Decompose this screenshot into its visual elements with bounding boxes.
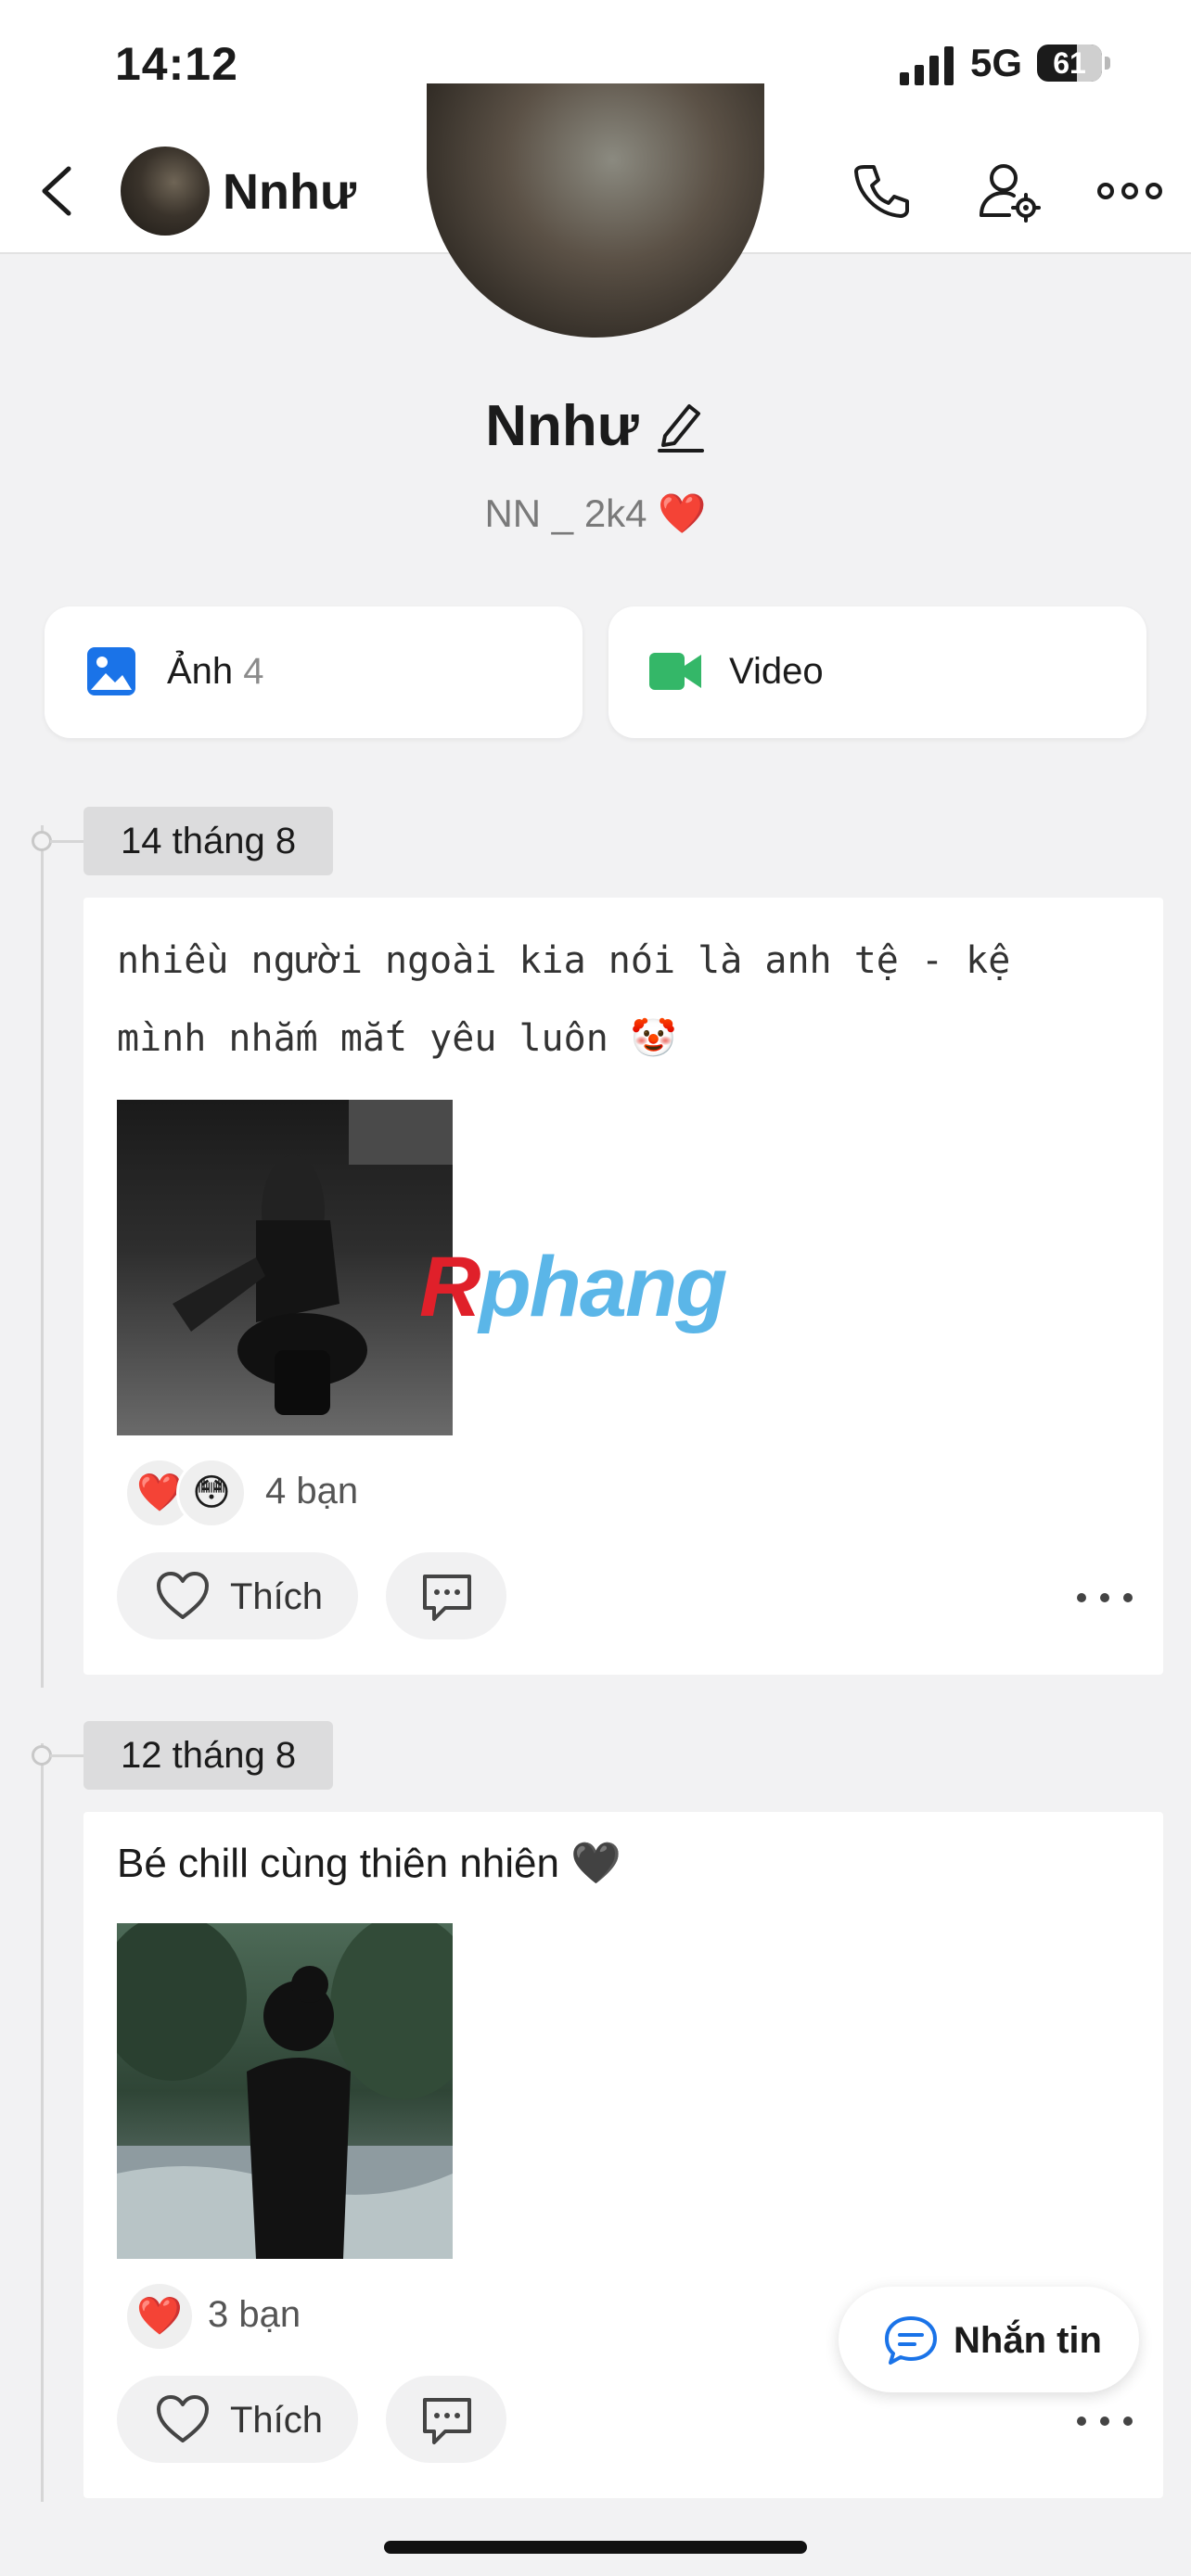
heart-reaction: ❤️ (124, 2281, 195, 2352)
profile-bio: NN _ 2k4 ❤️ (484, 491, 707, 535)
message-button-label: Nhắn tin (954, 2320, 1102, 2361)
photos-tile[interactable]: Ảnh 4 (45, 606, 583, 738)
back-icon[interactable] (33, 163, 82, 219)
chat-bubble-icon (885, 2316, 937, 2365)
comment-button[interactable] (386, 1552, 506, 1639)
timeline-branch (50, 1754, 83, 1757)
like-label: Thích (230, 1576, 324, 1617)
status-time: 14:12 (115, 38, 238, 90)
profile-name-row: Nnhư (0, 393, 1191, 459)
like-button[interactable]: Thích (117, 2376, 358, 2463)
post-more-icon[interactable] (1072, 1584, 1137, 1612)
video-label: Video (729, 651, 824, 692)
post-text: nhiều người ngoài kia nói là anh tệ - kệ… (117, 939, 1011, 1060)
timeline-branch (50, 840, 83, 843)
image-icon (87, 647, 135, 695)
video-icon (649, 653, 701, 690)
comment-icon (423, 2398, 471, 2444)
phone-icon[interactable] (848, 158, 915, 224)
battery-percent: 61 (1053, 46, 1086, 80)
profile-avatar[interactable] (427, 83, 764, 338)
avatar[interactable] (121, 147, 210, 236)
comment-button[interactable] (386, 2376, 506, 2463)
heart-icon (157, 1572, 209, 1619)
post-text: Bé chill cùng thiên nhiên 🖤 (117, 1841, 622, 1886)
post-more-icon[interactable] (1072, 2407, 1137, 2435)
user-settings-icon[interactable] (976, 158, 1043, 224)
more-icon[interactable] (1096, 158, 1163, 224)
profile-name: Nnhư (485, 394, 639, 458)
watermark: Rphang (419, 1240, 727, 1334)
post-photo[interactable] (117, 1100, 453, 1435)
like-button[interactable]: Thích (117, 1552, 358, 1639)
timeline-dot (32, 831, 52, 851)
post-photo[interactable] (117, 1923, 453, 2259)
home-indicator[interactable] (384, 2541, 807, 2554)
battery-icon: 61 (1037, 45, 1111, 83)
post-date: 12 tháng 8 (83, 1721, 334, 1790)
signal-icon (900, 46, 954, 85)
header-name[interactable]: Nnhư (223, 163, 356, 221)
photos-label: Ảnh (167, 651, 234, 692)
video-tile[interactable]: Video (608, 606, 1146, 738)
message-button[interactable]: Nhắn tin (839, 2287, 1139, 2392)
timeline-line (41, 825, 44, 1688)
network-label: 5G (970, 41, 1023, 84)
flushed-reaction: 😳 (176, 1458, 247, 1528)
post-date: 14 tháng 8 (83, 807, 334, 875)
reaction-count: 4 bạn (265, 1471, 359, 1511)
comment-icon (423, 1575, 471, 1621)
timeline-line (41, 1743, 44, 2502)
reaction-count: 3 bạn (208, 2294, 301, 2335)
photos-count: 4 (243, 651, 264, 692)
edit-icon[interactable] (656, 399, 706, 453)
like-label: Thích (230, 2400, 324, 2441)
post-card[interactable]: Bé chill cùng thiên nhiên 🖤 ❤️ 3 bạn Thí… (83, 1812, 1163, 2498)
heart-icon (157, 2395, 209, 2442)
timeline-dot (32, 1745, 52, 1766)
